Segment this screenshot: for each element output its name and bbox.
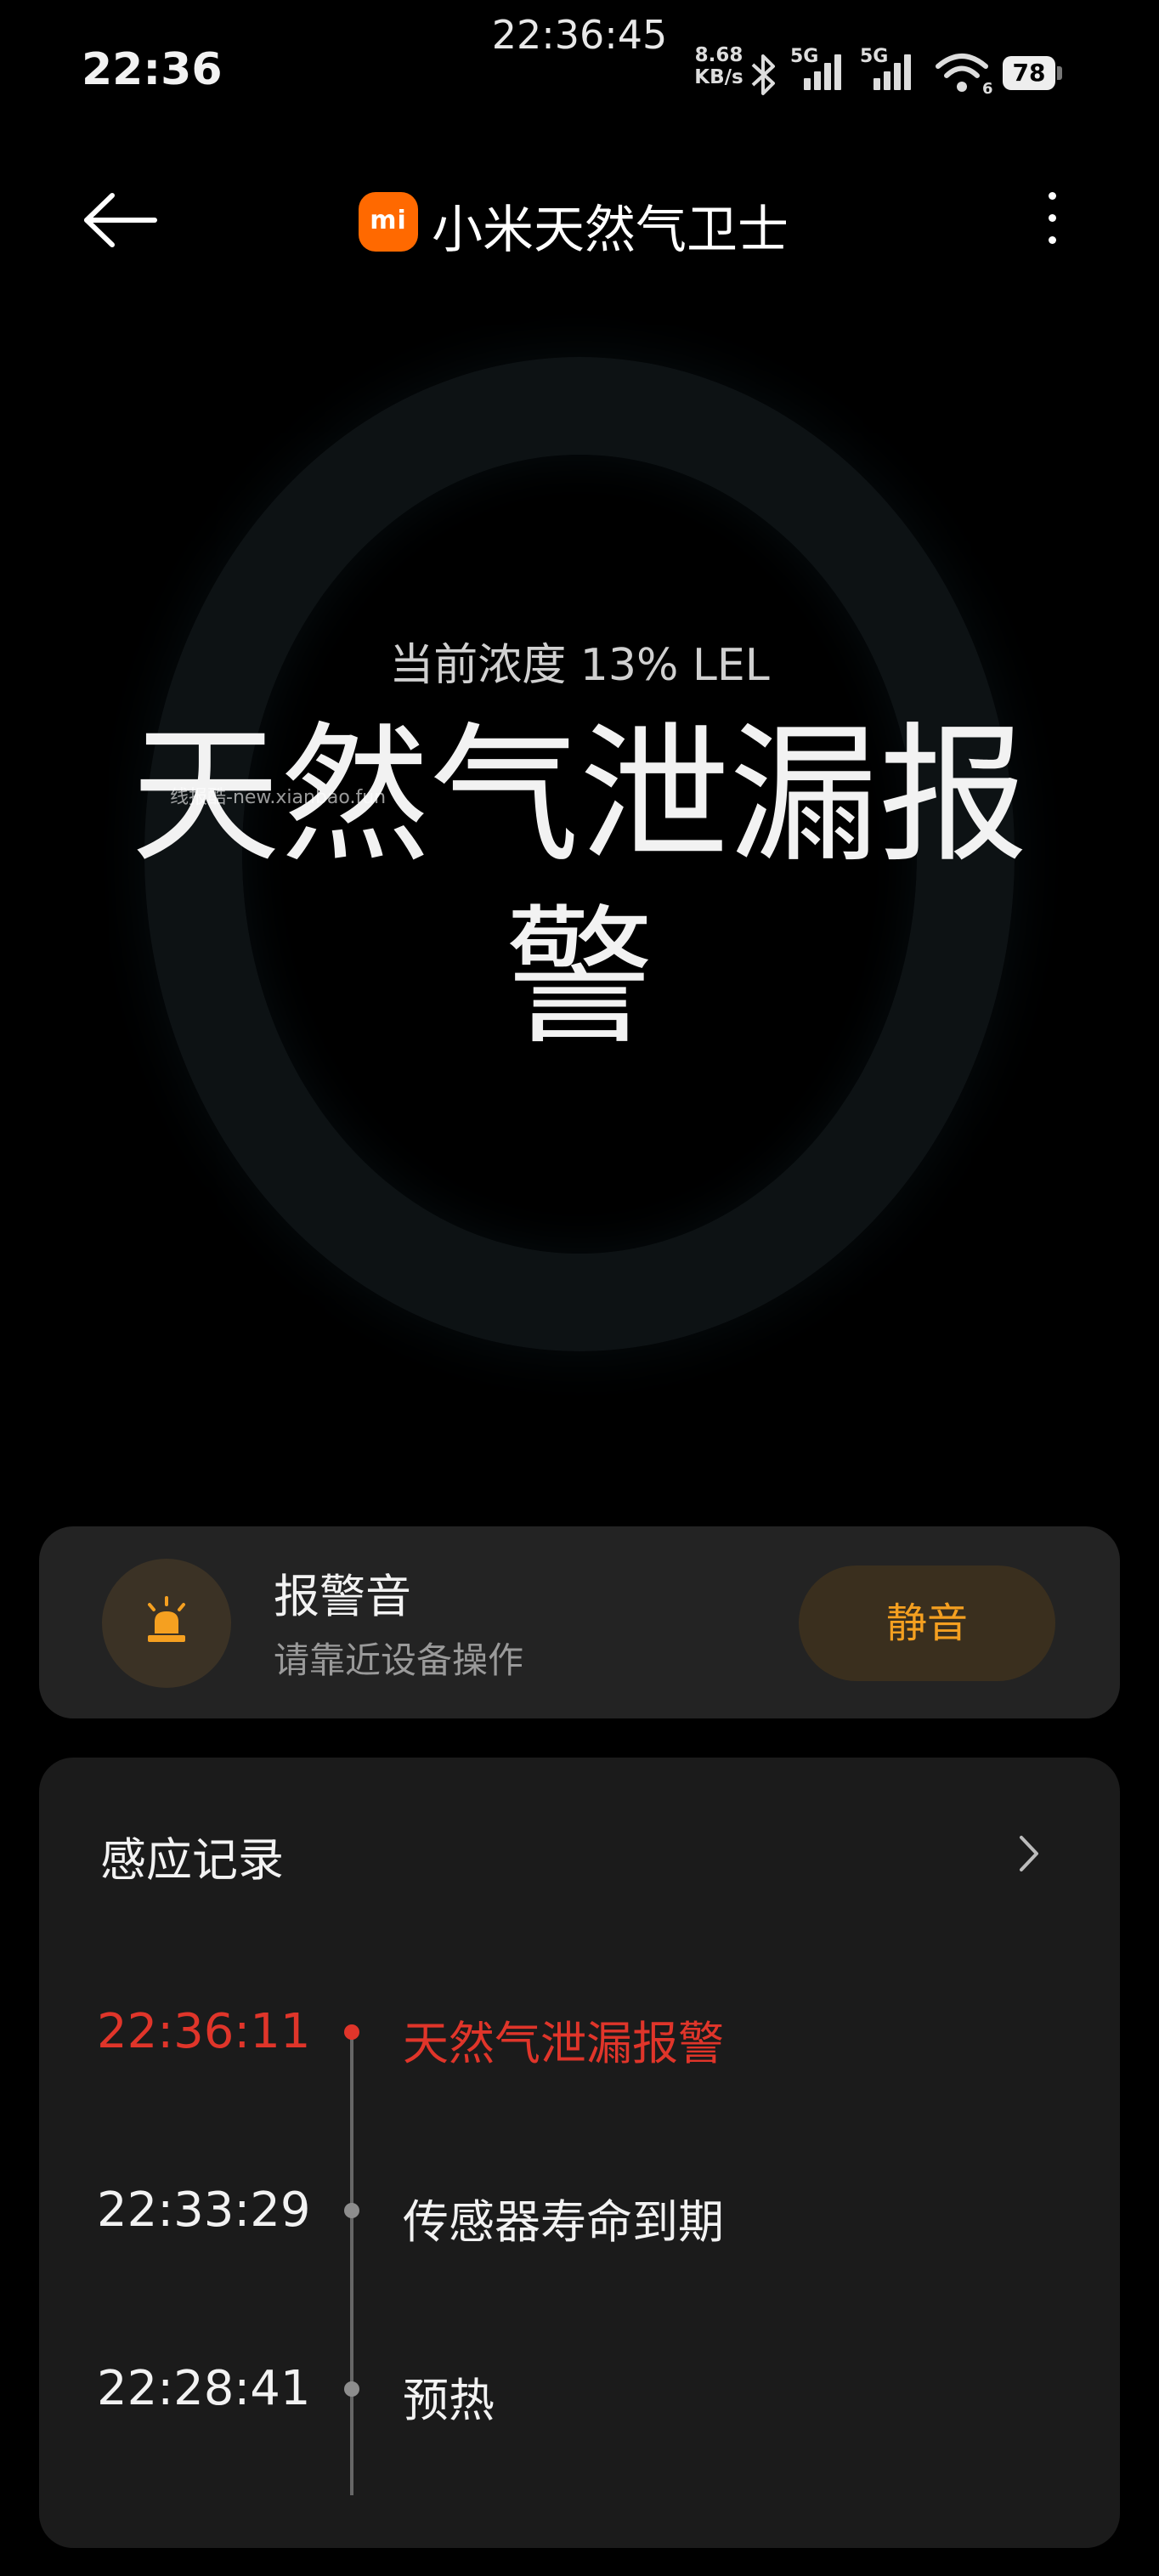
network-speed-unit: KB/s	[694, 66, 743, 88]
sim1-label: 5G	[790, 46, 819, 67]
mi-logo: mi	[359, 192, 418, 252]
record-time: 22:28:41	[97, 2361, 311, 2416]
sensor-records-card[interactable]: 感应记录 22:36:11 天然气泄漏报警 22:33:29 传感器寿命到期 2…	[39, 1758, 1120, 2548]
records-title: 感应记录	[100, 1833, 284, 1887]
wifi-badge: 6	[982, 80, 993, 97]
alarm-sound-title: 报警音	[274, 1570, 411, 1623]
sim2-label: 5G	[860, 46, 889, 67]
status-bar-time: 22:36	[82, 44, 223, 95]
mi-logo-text: mi	[370, 206, 407, 235]
record-event: 天然气泄漏报警	[403, 2017, 724, 2070]
record-event: 预热	[403, 2374, 495, 2427]
network-speed-value: 8.68	[694, 44, 743, 66]
alarm-sound-hint: 请靠近设备操作	[274, 1639, 524, 1681]
timeline-line	[350, 2036, 353, 2495]
battery-icon: 78	[1003, 56, 1062, 90]
signal-icon: 5G	[790, 46, 841, 93]
record-time: 22:33:29	[97, 2183, 311, 2238]
page-title: 小米天然气卫士	[432, 201, 789, 260]
signal-icon: 5G	[860, 46, 911, 93]
alarm-sound-card: 报警音 请靠近设备操作 静音	[39, 1526, 1120, 1718]
watermark: 线报酷-new.xianbao.fun	[170, 787, 387, 808]
network-speed: 8.68 KB/s	[693, 44, 744, 88]
mute-button[interactable]: 静音	[799, 1565, 1055, 1681]
record-event: 传感器寿命到期	[403, 2195, 724, 2249]
record-time: 22:36:11	[97, 2004, 311, 2059]
gas-concentration: 当前浓度 13% LEL	[389, 640, 770, 691]
timeline-dot	[344, 2381, 359, 2397]
battery-level: 78	[1003, 56, 1055, 90]
back-arrow-icon[interactable]	[82, 189, 158, 252]
alarm-status-title: 天然气泄漏报警	[130, 709, 1028, 1065]
wifi-icon: 6	[936, 54, 993, 97]
siren-icon	[102, 1559, 231, 1688]
bluetooth-icon	[751, 54, 775, 95]
timeline-dot	[344, 2024, 359, 2040]
more-options-icon[interactable]	[1035, 189, 1069, 248]
timeline-dot	[344, 2203, 359, 2218]
chevron-right-icon[interactable]	[1016, 1832, 1042, 1875]
